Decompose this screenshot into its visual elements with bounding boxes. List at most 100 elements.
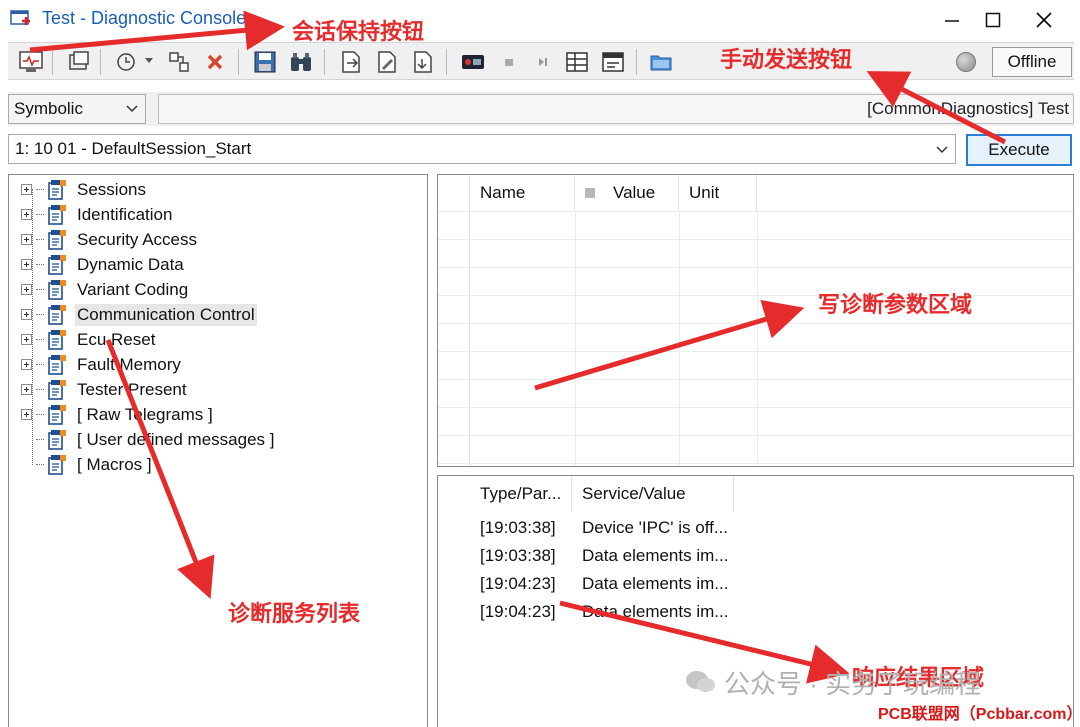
log-row[interactable]: [19:03:38] Device 'IPC' is off... [470, 514, 728, 542]
service-node-icon [48, 404, 66, 425]
mode-dropdown[interactable]: Symbolic [8, 94, 146, 124]
save-icon[interactable] [252, 49, 278, 75]
window-title: Test - Diagnostic Console [42, 8, 247, 28]
log-time: [19:04:23] [480, 574, 556, 593]
expand-icon[interactable] [21, 359, 32, 370]
delete-icon[interactable] [202, 49, 228, 75]
column-header-name[interactable]: Name [470, 175, 575, 211]
chevron-down-icon[interactable] [144, 57, 154, 65]
expand-icon[interactable] [21, 384, 32, 395]
service-bar: 1: 10 01 - DefaultSession_Start Execute [8, 132, 1074, 168]
tree-item[interactable]: Sessions [21, 177, 148, 202]
edit-icon[interactable] [374, 49, 400, 75]
tree-item[interactable]: [ Raw Telegrams ] [21, 402, 215, 427]
column-header-value[interactable]: Value [575, 175, 679, 211]
column-header-unit[interactable]: Unit [679, 175, 757, 211]
minimize-icon [945, 20, 959, 22]
log-row[interactable]: [19:04:23] Data elements im... [470, 598, 728, 626]
mode-bar: Symbolic [CommonDiagnostics] Test [8, 92, 1074, 126]
log-time: [19:03:38] [480, 546, 556, 565]
tree-item[interactable]: [ User defined messages ] [21, 427, 276, 452]
service-path-text: [CommonDiagnostics] Test [867, 99, 1069, 118]
tree-item[interactable]: Identification [21, 202, 174, 227]
tree-item[interactable]: Fault Memory [21, 352, 183, 377]
tree-item[interactable]: Variant Coding [21, 277, 190, 302]
service-dropdown[interactable]: 1: 10 01 - DefaultSession_Start [8, 134, 956, 164]
tree-item[interactable]: [ Macros ] [21, 452, 154, 477]
annotation-session-button: 会话保持按钮 [292, 19, 425, 44]
annotation-service-list: 诊断服务列表 [228, 601, 361, 626]
watermark: 公众号 · 实务了玩编程 [724, 669, 982, 699]
tree-item-label: Ecu Reset [77, 329, 156, 349]
import-icon[interactable] [410, 49, 436, 75]
tree-branch [21, 459, 32, 470]
service-node-icon [48, 279, 66, 300]
history-icon[interactable] [114, 49, 140, 75]
source-mark: PCB联盟网（Pcbbar.com） [878, 706, 1080, 723]
expand-icon[interactable] [21, 184, 32, 195]
service-path: [CommonDiagnostics] Test [158, 94, 1074, 124]
expand-icon[interactable] [21, 409, 32, 420]
tree-item[interactable]: Dynamic Data [21, 252, 186, 277]
tree-item[interactable]: Security Access [21, 227, 199, 252]
tester-present-icon[interactable] [460, 49, 486, 75]
chevron-down-icon [126, 105, 138, 113]
execute-button[interactable]: Execute [966, 134, 1072, 166]
expand-icon[interactable] [21, 284, 32, 295]
service-node-icon [48, 429, 66, 450]
tree-item[interactable]: Communication Control [21, 302, 257, 327]
folder-icon[interactable] [648, 49, 674, 75]
grid-icon[interactable] [564, 49, 590, 75]
close-icon [1036, 12, 1052, 28]
wechat-icon [686, 671, 715, 692]
window-icon[interactable] [66, 49, 92, 75]
expand-icon[interactable] [21, 234, 32, 245]
stop-icon[interactable] [496, 49, 522, 75]
tree-item-label: [ Macros ] [77, 454, 152, 474]
connection-status: Offline [992, 47, 1072, 77]
mode-dropdown-value: Symbolic [14, 99, 83, 118]
service-dropdown-value: 1: 10 01 - DefaultSession_Start [15, 139, 252, 158]
close-button[interactable] [1024, 6, 1064, 34]
service-node-icon [48, 254, 66, 275]
service-node-icon [48, 454, 66, 475]
expand-icon[interactable] [21, 209, 32, 220]
step-icon[interactable] [530, 49, 556, 75]
expand-icon[interactable] [21, 309, 32, 320]
log-row[interactable]: [19:04:23] Data elements im... [470, 570, 728, 598]
tree-item-label: Security Access [77, 229, 197, 249]
column-header-service-value[interactable]: Service/Value [572, 476, 734, 512]
annotation-write-params: 写诊断参数区域 [818, 292, 973, 317]
title-bar: Test - Diagnostic Console [0, 0, 1080, 40]
connect-icon[interactable] [166, 49, 192, 75]
service-node-icon [48, 304, 66, 325]
export-icon[interactable] [338, 49, 364, 75]
maximize-button[interactable] [973, 6, 1013, 34]
search-binoculars-icon[interactable] [288, 49, 314, 75]
log-time: [19:04:23] [480, 602, 556, 621]
log-text: Device 'IPC' is off... [582, 518, 729, 537]
annotation-manual-send: 手动发送按钮 [720, 47, 853, 72]
tree-item[interactable]: Tester Present [21, 377, 189, 402]
service-node-icon [48, 204, 66, 225]
parameter-grid: Name Value Unit [437, 174, 1074, 467]
service-tree: Sessions Identification Security Access Dyn… [8, 174, 428, 727]
service-node-icon [48, 229, 66, 250]
service-node-icon [48, 179, 66, 200]
tree-item-label: Identification [77, 204, 173, 224]
service-node-icon [48, 329, 66, 350]
log-text: Data elements im... [582, 546, 729, 565]
tree-item-label: Tester Present [77, 379, 187, 399]
maximize-icon [985, 12, 1001, 28]
log-row[interactable]: [19:03:38] Data elements im... [470, 542, 728, 570]
minimize-button[interactable] [932, 6, 972, 34]
panel-icon[interactable] [600, 49, 626, 75]
tree-item[interactable]: Ecu Reset [21, 327, 157, 352]
column-header-type[interactable]: Type/Par... [470, 476, 572, 512]
console-icon[interactable] [18, 49, 44, 75]
service-node-icon [48, 354, 66, 375]
expand-icon[interactable] [21, 334, 32, 345]
expand-icon[interactable] [21, 259, 32, 270]
toolbar: Offline [8, 42, 1074, 80]
tree-item-label: Sessions [77, 179, 146, 199]
